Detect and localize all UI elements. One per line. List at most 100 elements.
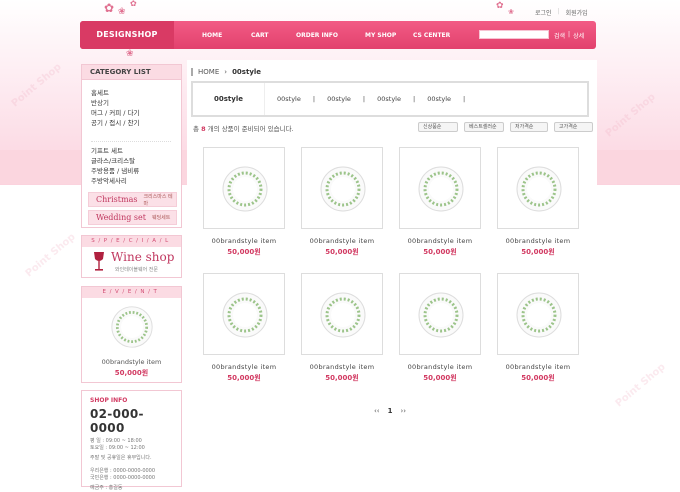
product-name[interactable]: 00brandstyle item xyxy=(301,363,383,371)
login-link[interactable]: 로그인 xyxy=(535,8,552,17)
menu-cart[interactable]: CART xyxy=(251,32,269,39)
event-heading: E/V/E/N/T xyxy=(82,287,181,298)
product-thumbnail[interactable] xyxy=(399,147,481,229)
wedding-banner[interactable]: Wedding set 웨딩세트 xyxy=(88,210,177,225)
product-price: 50,000원 xyxy=(227,374,261,382)
wine-shop-subtitle: 와인테이블웨어 전문 xyxy=(115,267,158,273)
wine-shop-box[interactable]: S/P/E/C/I/A/L Wine shop 와인테이블웨어 전문 xyxy=(81,235,182,278)
search-input[interactable] xyxy=(479,30,549,39)
menu-home[interactable]: HOME xyxy=(202,32,222,39)
breadcrumb-home[interactable]: HOME xyxy=(198,68,219,76)
product-card[interactable]: 00brandstyle item 50,000원 xyxy=(301,147,383,257)
product-card[interactable]: 00brandstyle item 50,000원 xyxy=(399,147,481,257)
product-card[interactable]: 00brandstyle item 50,000원 xyxy=(497,147,579,257)
event-box: E/V/E/N/T 00brandstyle item 50,000원 xyxy=(81,286,182,383)
category-list-box: CATEGORY LIST 홈세트 반상기 머그 / 커피 / 다기 공기 / … xyxy=(81,64,182,228)
divider: | xyxy=(412,95,416,103)
flower-decoration-icon: ✿ xyxy=(130,0,137,8)
info-line: 국민은행 : 0000-0000-0000 xyxy=(90,475,156,481)
sort-newest-button[interactable]: 신상품순 xyxy=(418,122,458,132)
watermark: Point Shop xyxy=(613,361,668,410)
current-page[interactable]: 1 xyxy=(388,407,393,415)
main-nav: DESIGNSHOP HOME CART ORDER INFO MY SHOP … xyxy=(80,21,596,49)
plate-image-icon xyxy=(516,166,562,212)
category-divider xyxy=(91,128,171,142)
product-thumbnail[interactable] xyxy=(301,147,383,229)
category-item[interactable]: 주방악세사리 xyxy=(91,176,181,186)
info-line: 예금주 : 홍길동 xyxy=(90,485,123,491)
special-heading: S/P/E/C/I/A/L xyxy=(82,236,181,247)
plate-image-icon xyxy=(320,292,366,338)
join-link[interactable]: 회원가입 xyxy=(566,8,588,17)
breadcrumb: HOME › 00style xyxy=(191,68,261,76)
product-price: 50,000원 xyxy=(521,374,555,382)
category-item[interactable]: 주방용품 / 냄비류 xyxy=(91,166,181,176)
product-name[interactable]: 00brandstyle item xyxy=(497,363,579,371)
product-card[interactable]: 00brandstyle item 50,000원 xyxy=(203,273,285,383)
product-thumbnail[interactable] xyxy=(203,147,285,229)
menu-cs-center[interactable]: CS CENTER xyxy=(413,32,450,39)
plate-image-icon[interactable] xyxy=(110,305,154,349)
prev-page-button[interactable]: ‹‹ xyxy=(374,407,380,415)
product-name[interactable]: 00brandstyle item xyxy=(399,363,481,371)
product-name[interactable]: 00brandstyle item xyxy=(399,237,481,245)
banner-title: Christmas xyxy=(96,195,138,204)
subcategory-item[interactable]: 00style xyxy=(277,95,301,103)
product-thumbnail[interactable] xyxy=(399,273,481,355)
subcategory-list: 00style | 00style | 00style | 00style | xyxy=(277,95,465,103)
product-thumbnail[interactable] xyxy=(497,147,579,229)
subcategory-item[interactable]: 00style xyxy=(327,95,351,103)
menu-order-info[interactable]: ORDER INFO xyxy=(296,32,338,39)
product-name[interactable]: 00brandstyle item xyxy=(203,363,285,371)
subcategory-title: 00style xyxy=(193,83,265,115)
category-item[interactable]: 반상기 xyxy=(91,98,181,108)
plate-image-icon xyxy=(222,292,268,338)
category-item[interactable]: 머그 / 커피 / 다기 xyxy=(91,108,181,118)
category-item[interactable]: 기프트 세트 xyxy=(91,146,181,156)
subcategory-box: 00style 00style | 00style | 00style | 00… xyxy=(191,81,589,117)
product-card[interactable]: 00brandstyle item 50,000원 xyxy=(399,273,481,383)
flower-decoration-icon: ❀ xyxy=(126,49,134,59)
search-buttons: 검색 | 상세 xyxy=(554,31,584,40)
product-thumbnail[interactable] xyxy=(301,273,383,355)
count-prefix: 총 xyxy=(193,125,199,133)
flower-decoration-icon: ❀ xyxy=(508,8,514,16)
product-thumbnail[interactable] xyxy=(497,273,579,355)
divider: | xyxy=(568,31,571,38)
info-line: 우리은행 : 0000-0000-0000 xyxy=(90,468,156,474)
wine-glass-icon xyxy=(94,252,104,271)
info-line: 토요일 : 09:00 ~ 12:00 xyxy=(90,445,145,451)
detail-search-button[interactable]: 상세 xyxy=(573,31,584,40)
next-page-button[interactable]: ›› xyxy=(400,407,406,415)
product-card[interactable]: 00brandstyle item 50,000원 xyxy=(497,273,579,383)
info-line: 주말 및 공휴일은 휴무입니다. xyxy=(90,455,152,461)
sort-low-price-button[interactable]: 저가격순 xyxy=(510,122,548,132)
product-name[interactable]: 00brandstyle item xyxy=(203,237,285,245)
product-price: 50,000원 xyxy=(325,248,359,256)
subcategory-item[interactable]: 00style xyxy=(427,95,451,103)
info-line: 평 일 : 09:00 ~ 18:00 xyxy=(90,438,142,444)
sort-bestseller-button[interactable]: 베스트셀러순 xyxy=(464,122,504,132)
product-name[interactable]: 00brandstyle item xyxy=(301,237,383,245)
product-name[interactable]: 00brandstyle item xyxy=(497,237,579,245)
flower-decoration-icon: ❀ xyxy=(118,7,126,17)
sort-high-price-button[interactable]: 고가격순 xyxy=(554,122,593,132)
christmas-banner[interactable]: Christmas 크리스마스 테마 xyxy=(88,192,177,207)
product-card[interactable]: 00brandstyle item 50,000원 xyxy=(203,147,285,257)
product-price: 50,000원 xyxy=(423,248,457,256)
product-card[interactable]: 00brandstyle item 50,000원 xyxy=(301,273,383,383)
logo[interactable]: DESIGNSHOP xyxy=(80,21,174,49)
category-item[interactable]: 홈세트 xyxy=(91,88,181,98)
product-price: 50,000원 xyxy=(521,248,555,256)
subcategory-item[interactable]: 00style xyxy=(377,95,401,103)
product-thumbnail[interactable] xyxy=(203,273,285,355)
banner-title: Wedding set xyxy=(96,213,146,222)
category-title: CATEGORY LIST xyxy=(82,65,181,80)
category-list: 홈세트 반상기 머그 / 커피 / 다기 공기 / 접시 / 찬기 기프트 세트… xyxy=(82,80,181,186)
divider: | xyxy=(362,95,366,103)
category-item[interactable]: 글라스/크리스탈 xyxy=(91,156,181,166)
category-item[interactable]: 공기 / 접시 / 찬기 xyxy=(91,118,181,128)
search-button[interactable]: 검색 xyxy=(554,31,565,40)
event-product-name[interactable]: 00brandstyle item xyxy=(82,358,181,366)
menu-my-shop[interactable]: MY SHOP xyxy=(365,32,396,39)
